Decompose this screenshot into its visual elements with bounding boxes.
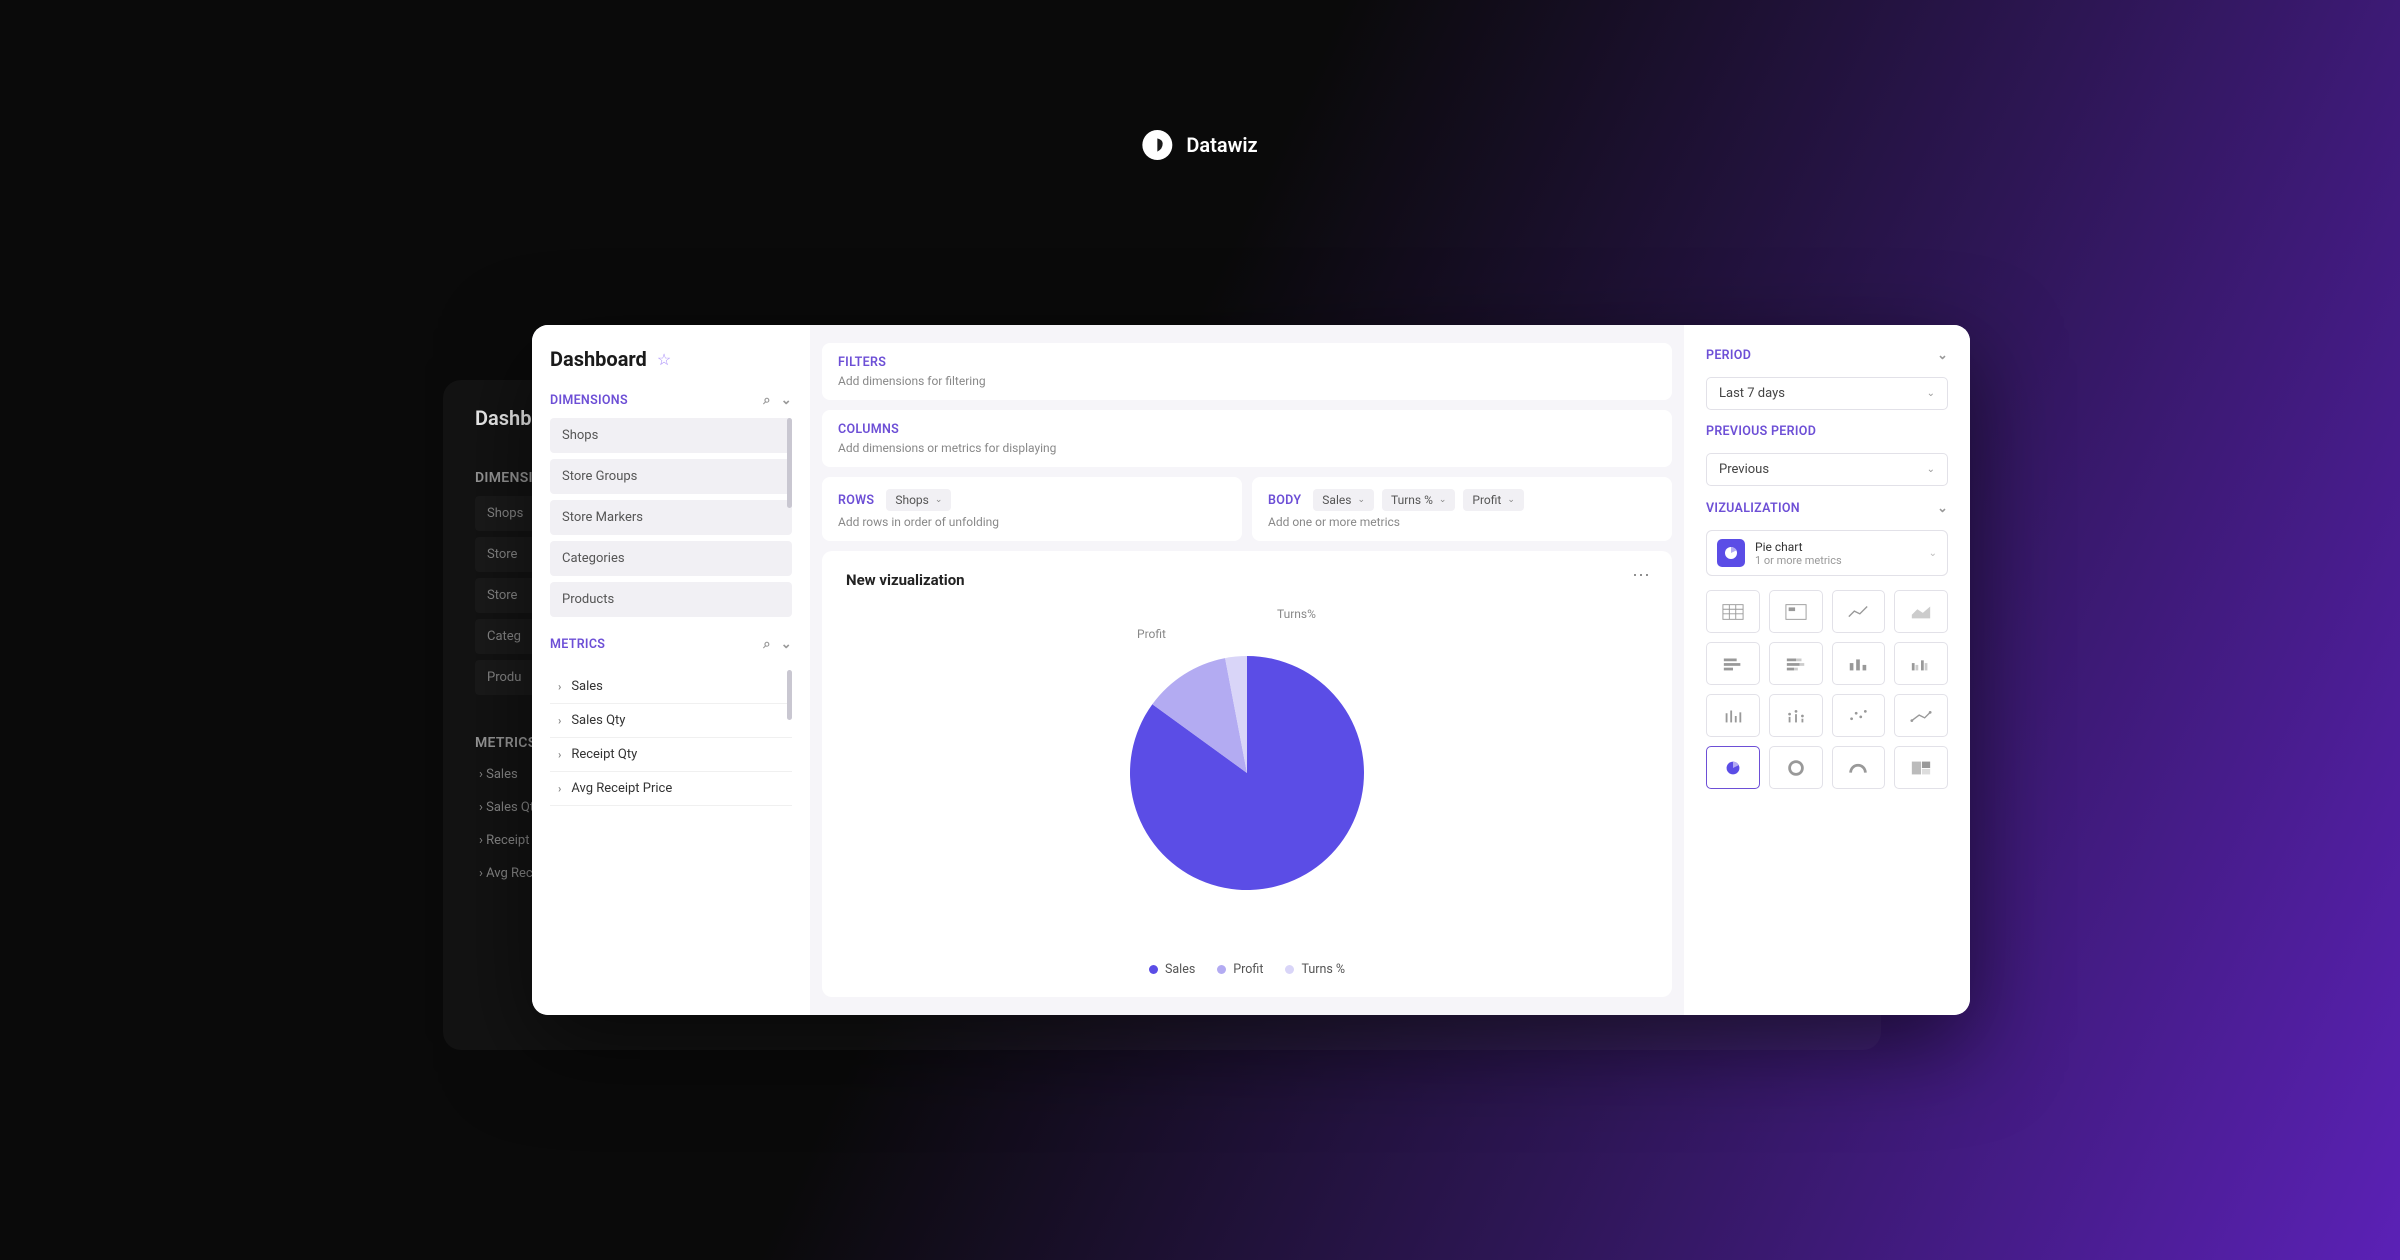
pie-chart [1117, 643, 1377, 903]
chip[interactable]: Profit⌄ [1463, 489, 1524, 511]
rows-label: ROWS [838, 493, 874, 508]
period-label: PERIOD [1706, 348, 1751, 363]
pie-chart-icon [1717, 539, 1745, 567]
metrics-section-label: METRICS [550, 637, 605, 652]
columns-hint: Add dimensions or metrics for displaying [838, 441, 1656, 455]
body-config[interactable]: BODY Sales⌄ Turns %⌄ Profit⌄ Add one or mo… [1252, 477, 1672, 541]
pie-label-turns: Turns% [1277, 607, 1316, 621]
viz-type-donut[interactable] [1769, 746, 1823, 789]
viz-type-vbar-dots[interactable] [1769, 694, 1823, 737]
viz-type-scatter[interactable] [1832, 694, 1886, 737]
search-icon[interactable]: ⌕ [763, 393, 771, 408]
legend-dot-icon [1217, 965, 1226, 974]
chevron-down-icon: ⌄ [1357, 495, 1365, 505]
viz-type-vbar[interactable] [1832, 642, 1886, 685]
previous-period-select[interactable]: Previous ⌄ [1706, 453, 1948, 486]
chevron-down-icon: ⌄ [1927, 464, 1935, 475]
metric-item[interactable]: ›Avg Receipt Price [550, 772, 792, 806]
previous-period-label: PREVIOUS PERIOD [1706, 424, 1816, 439]
chevron-down-icon: ⌄ [1439, 495, 1447, 505]
scrollbar-thumb[interactable] [787, 418, 792, 508]
metric-item[interactable]: ›Sales [550, 670, 792, 704]
chevron-down-icon[interactable]: ⌄ [781, 637, 792, 652]
viz-type-trend[interactable] [1894, 694, 1948, 737]
chip[interactable]: Turns %⌄ [1382, 489, 1455, 511]
visualization-card: New vizualization ⋯ Turns% Profit Sales P… [822, 551, 1672, 997]
period-select[interactable]: Last 7 days ⌄ [1706, 377, 1948, 410]
filters-config[interactable]: FILTERS Add dimensions for filtering [822, 343, 1672, 400]
viz-type-pie[interactable] [1706, 746, 1760, 789]
selected-viz-sub: 1 or more metrics [1755, 554, 1842, 567]
dimension-item[interactable]: Products [550, 582, 792, 617]
viz-type-gauge[interactable] [1832, 746, 1886, 789]
columns-label: COLUMNS [838, 422, 1656, 437]
pie-label-profit: Profit [1137, 627, 1166, 641]
chevron-down-icon: ⌄ [1929, 548, 1937, 559]
legend-item: Turns % [1285, 962, 1345, 977]
scrollbar-thumb[interactable] [787, 670, 792, 720]
dimension-item[interactable]: Store Groups [550, 459, 792, 494]
brand-logo-icon [1142, 130, 1172, 160]
viz-type-table[interactable] [1706, 590, 1760, 633]
vizualization-label: VIZUALIZATION [1706, 501, 1800, 516]
page-title: Dashboard [550, 347, 647, 371]
viz-type-line[interactable] [1832, 590, 1886, 633]
rows-config[interactable]: ROWS Shops⌄ Add rows in order of unfoldi… [822, 477, 1242, 541]
chevron-down-icon: ⌄ [935, 495, 943, 505]
viz-type-vbar-thin[interactable] [1706, 694, 1760, 737]
viz-type-hbar-stacked[interactable] [1769, 642, 1823, 685]
more-menu-icon[interactable]: ⋯ [1632, 565, 1652, 586]
dimension-item[interactable]: Categories [550, 541, 792, 576]
viz-type-vbar-grouped[interactable] [1894, 642, 1948, 685]
chip[interactable]: Sales⌄ [1313, 489, 1374, 511]
legend-item: Profit [1217, 962, 1263, 977]
visualization-title: New vizualization [846, 571, 1648, 589]
chevron-right-icon: › [558, 680, 561, 693]
sidebar: Dashboard ☆ DIMENSIONS ⌕ ⌄ Shops Store Gr… [532, 325, 810, 1015]
previous-period-value: Previous [1719, 462, 1769, 477]
metric-item[interactable]: ›Receipt Qty [550, 738, 792, 772]
filters-label: FILTERS [838, 355, 1656, 370]
chevron-down-icon: ⌄ [1927, 388, 1935, 399]
brand-name: Datawiz [1186, 133, 1257, 157]
legend-dot-icon [1285, 965, 1294, 974]
chevron-right-icon: › [558, 782, 561, 795]
center-panel: FILTERS Add dimensions for filtering COL… [810, 325, 1684, 1015]
chevron-right-icon: › [558, 748, 561, 761]
dimension-item[interactable]: Store Markers [550, 500, 792, 535]
dimension-item[interactable]: Shops [550, 418, 792, 453]
columns-config[interactable]: COLUMNS Add dimensions or metrics for di… [822, 410, 1672, 467]
viz-type-card[interactable] [1769, 590, 1823, 633]
period-value: Last 7 days [1719, 386, 1785, 401]
filters-hint: Add dimensions for filtering [838, 374, 1656, 388]
brand-header: Datawiz [1142, 130, 1257, 160]
chevron-right-icon: › [558, 714, 561, 727]
search-icon[interactable]: ⌕ [763, 637, 771, 652]
favorite-star-icon[interactable]: ☆ [657, 350, 671, 369]
legend-dot-icon [1149, 965, 1158, 974]
selected-visualization[interactable]: Pie chart 1 or more metrics ⌄ [1706, 530, 1948, 576]
viz-type-hbar[interactable] [1706, 642, 1760, 685]
selected-viz-name: Pie chart [1755, 540, 1842, 554]
chevron-down-icon[interactable]: ⌄ [781, 393, 792, 408]
body-label: BODY [1268, 493, 1301, 508]
chevron-down-icon[interactable]: ⌄ [1937, 500, 1948, 516]
chip[interactable]: Shops⌄ [886, 489, 951, 511]
chevron-down-icon[interactable]: ⌄ [1937, 347, 1948, 363]
rows-hint: Add rows in order of unfolding [838, 515, 1226, 529]
right-panel: PERIOD ⌄ Last 7 days ⌄ PREVIOUS PERIOD P… [1684, 325, 1970, 1015]
dashboard-builder-card: Dashboard ☆ DIMENSIONS ⌕ ⌄ Shops Store Gr… [532, 325, 1970, 1015]
body-hint: Add one or more metrics [1268, 515, 1656, 529]
chevron-down-icon: ⌄ [1507, 495, 1515, 505]
dimensions-section-label: DIMENSIONS [550, 393, 628, 408]
viz-type-treemap[interactable] [1894, 746, 1948, 789]
metric-item[interactable]: ›Sales Qty [550, 704, 792, 738]
viz-type-area[interactable] [1894, 590, 1948, 633]
legend-item: Sales [1149, 962, 1195, 977]
